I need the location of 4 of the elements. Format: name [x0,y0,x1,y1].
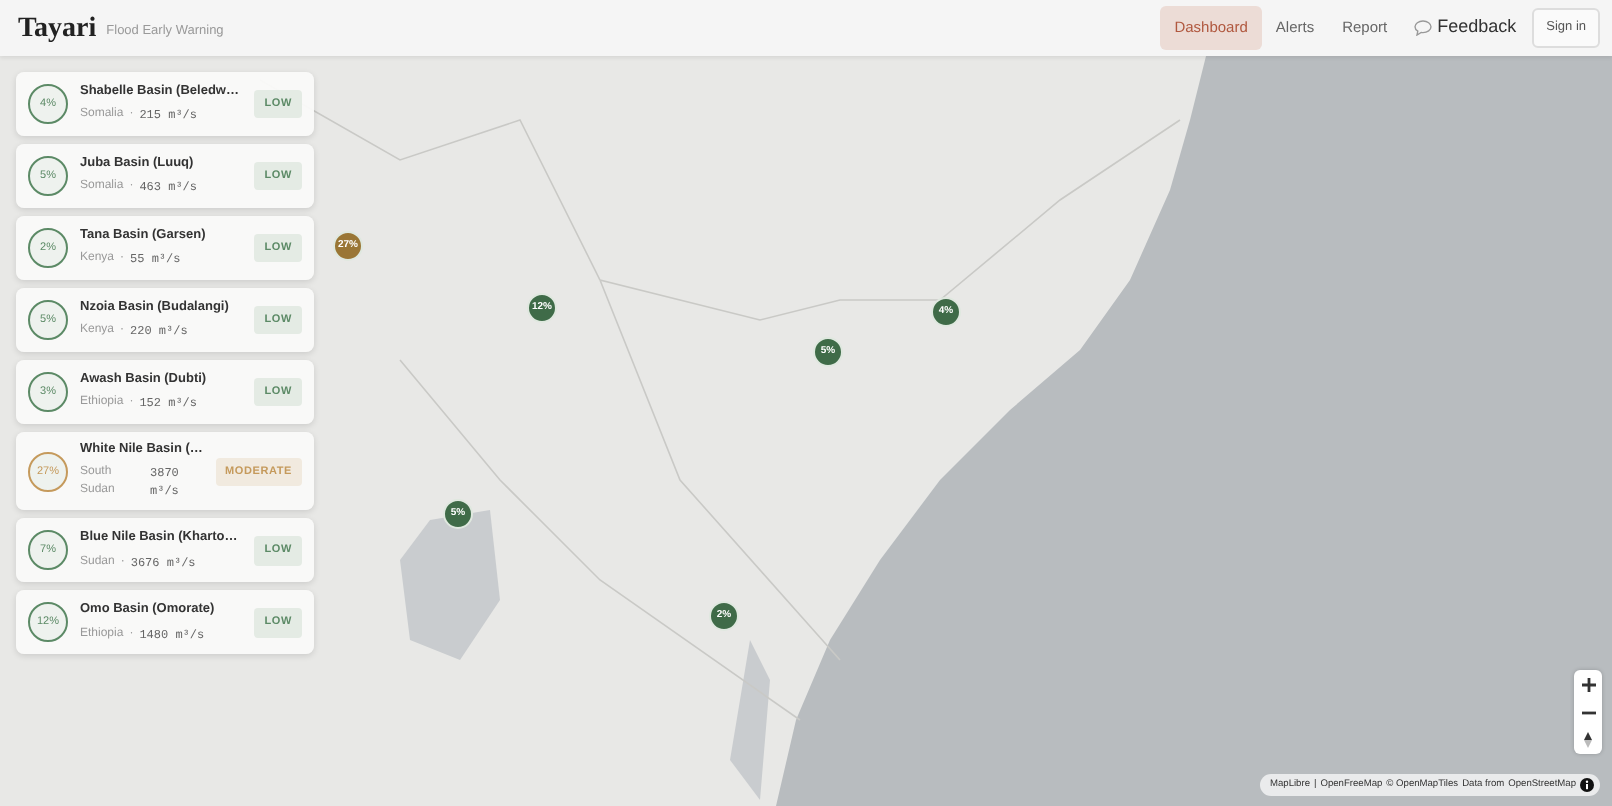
info-icon[interactable] [1580,778,1594,793]
feedback-button[interactable]: Feedback [1401,8,1529,48]
speech-bubble-icon [1413,20,1432,36]
brand-name[interactable]: Tayari [18,7,97,49]
